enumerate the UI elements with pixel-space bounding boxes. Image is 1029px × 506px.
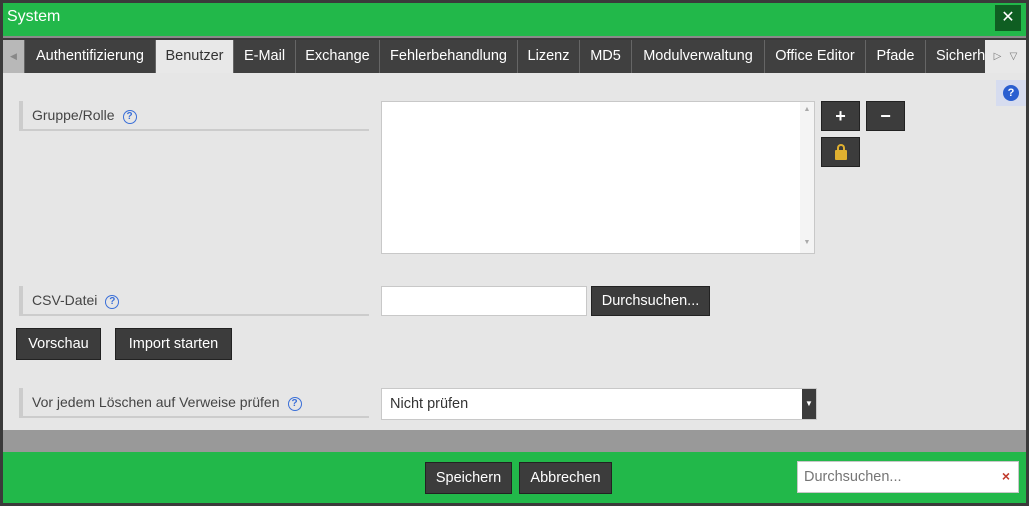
close-button[interactable]: ✕ bbox=[995, 5, 1021, 31]
tab-authentifizierung[interactable]: Authentifizierung bbox=[25, 40, 156, 73]
clear-search-icon[interactable]: × bbox=[1002, 468, 1010, 484]
reference-check-label: Vor jedem Löschen auf Verweise prüfen? bbox=[19, 388, 369, 418]
group-role-label: Gruppe/Rolle? bbox=[19, 101, 369, 131]
close-icon: ✕ bbox=[1001, 9, 1015, 26]
tab-lizenz[interactable]: Lizenz bbox=[518, 40, 580, 73]
selected-value: Nicht prüfen bbox=[390, 396, 469, 412]
tab-benutzer[interactable]: Benutzer bbox=[156, 40, 234, 73]
tab-list-dropdown-icon[interactable]: ▽ bbox=[1010, 51, 1018, 62]
tab-pfade[interactable]: Pfade bbox=[866, 40, 926, 73]
tab-sicherheit[interactable]: Sicherh bbox=[926, 40, 985, 73]
search-box: × bbox=[797, 461, 1019, 493]
csv-file-label: CSV-Datei? bbox=[19, 286, 369, 316]
search-input[interactable] bbox=[798, 462, 993, 492]
tab-fehlerbehandlung[interactable]: Fehlerbehandlung bbox=[380, 40, 518, 73]
divider-band bbox=[3, 430, 1026, 452]
tab-office-editor[interactable]: Office Editor bbox=[765, 40, 866, 73]
help-icon: ? bbox=[1003, 85, 1019, 101]
label-text: Gruppe/Rolle bbox=[32, 107, 115, 123]
tab-e-mail[interactable]: E-Mail bbox=[234, 40, 296, 73]
chevron-down-icon[interactable]: ▼ bbox=[802, 389, 816, 419]
help-icon[interactable]: ? bbox=[105, 295, 120, 309]
tab-scroll-controls: ▷ ▽ bbox=[985, 40, 1026, 73]
add-group-button[interactable]: + bbox=[821, 101, 860, 131]
label-text: Vor jedem Löschen auf Verweise prüfen bbox=[32, 394, 280, 410]
save-button[interactable]: Speichern bbox=[425, 462, 512, 494]
preview-button[interactable]: Vorschau bbox=[16, 328, 101, 360]
cancel-button[interactable]: Abbrechen bbox=[519, 462, 612, 494]
tab-exchange[interactable]: Exchange bbox=[296, 40, 380, 73]
remove-group-button[interactable]: − bbox=[866, 101, 905, 131]
browse-button[interactable]: Durchsuchen... bbox=[591, 286, 710, 316]
tab-modulverwaltung[interactable]: Modulverwaltung bbox=[632, 40, 765, 73]
import-start-button[interactable]: Import starten bbox=[115, 328, 232, 360]
help-icon[interactable]: ? bbox=[287, 397, 302, 411]
tab-scroll-right-icon[interactable]: ▷ bbox=[994, 51, 1002, 62]
tab-md5[interactable]: MD5 bbox=[580, 40, 632, 73]
tab-scroll-left-button[interactable]: ◀ bbox=[3, 40, 25, 73]
help-icon[interactable]: ? bbox=[122, 110, 137, 124]
group-role-list[interactable]: ▲ ▼ bbox=[381, 101, 815, 254]
csv-file-input[interactable] bbox=[381, 286, 587, 316]
lock-shackle bbox=[837, 144, 845, 152]
label-text: CSV-Datei bbox=[32, 292, 98, 308]
reference-check-select[interactable]: Nicht prüfen ▼ bbox=[381, 388, 817, 420]
list-scrollbar[interactable]: ▲ ▼ bbox=[800, 102, 814, 253]
help-button[interactable]: ? bbox=[996, 80, 1026, 106]
tab-bar: ◀ Authentifizierung Benutzer E-Mail Exch… bbox=[3, 40, 1026, 73]
window-title: System bbox=[7, 8, 61, 25]
lock-button[interactable] bbox=[821, 137, 860, 167]
title-bar bbox=[3, 3, 1026, 38]
